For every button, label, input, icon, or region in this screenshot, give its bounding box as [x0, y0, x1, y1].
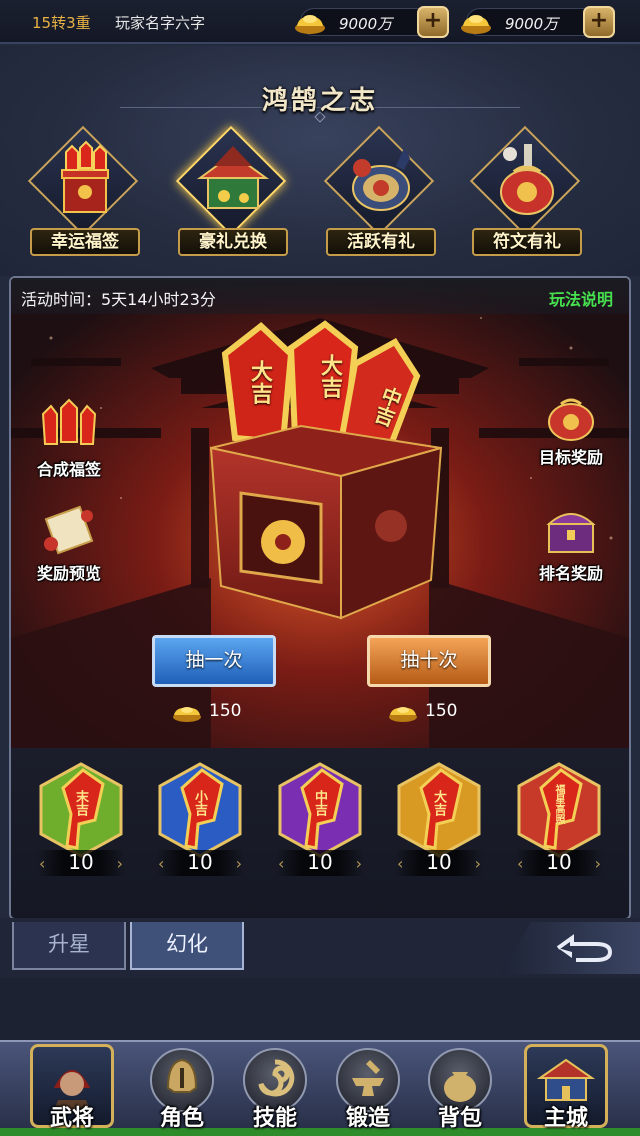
- nav-label: 主城: [543, 1106, 588, 1131]
- lot-count: 10: [546, 850, 572, 874]
- lot-text: 末吉: [73, 790, 88, 816]
- lot-item-fuxing[interactable]: 福星高照 ‹ › 10: [511, 762, 607, 882]
- lot-count: 10: [68, 850, 94, 874]
- lot-text: 福星高照: [553, 784, 564, 824]
- lot-item-zhongji[interactable]: 中吉 ‹ › 10: [272, 762, 368, 882]
- lucky-draw-panel: 活动时间：5天14小时23分 玩法说明 合成福签 目标奖励 奖励预览 排名奖励 …: [9, 276, 631, 920]
- rank-reward-label: 排名奖励: [538, 564, 603, 583]
- rank-text: 15转3重: [32, 14, 91, 32]
- drum-toy-icon: [352, 148, 410, 211]
- feature-label: 活跃有礼: [326, 228, 436, 256]
- lot-count: 10: [307, 850, 333, 874]
- draw-ten-cost-value: 150: [425, 701, 458, 721]
- treasure-chest-icon: [546, 513, 596, 553]
- feature-rune-gift[interactable]: 符文有礼: [462, 125, 592, 258]
- lot-count: 10: [426, 850, 452, 874]
- draw-once-button[interactable]: 抽一次: [152, 635, 276, 687]
- gift-pagoda-icon: [196, 146, 270, 209]
- nav-forge[interactable]: 锻造: [318, 1040, 418, 1136]
- draw-ten-cost: 150: [387, 698, 477, 726]
- box-lot-1-text: 大吉: [247, 360, 272, 404]
- nav-label: 角色: [159, 1106, 204, 1131]
- lot-item-xiaoji[interactable]: 小吉 ‹ › 10: [152, 762, 248, 882]
- target-reward-button[interactable]: 目标奖励: [523, 382, 619, 474]
- lots-fan-icon: [41, 398, 97, 445]
- reward-preview-button[interactable]: 奖励预览: [21, 498, 117, 590]
- nav-bag[interactable]: 背包: [410, 1040, 510, 1136]
- lucky-lots-box-icon: [61, 140, 109, 213]
- gold-ingot-icon: [295, 15, 325, 34]
- combine-lots-button[interactable]: 合成福签: [21, 394, 117, 486]
- spacer: [0, 978, 640, 1040]
- feature-active-gift[interactable]: 活跃有礼: [316, 125, 446, 258]
- lot-item-moji[interactable]: 末吉 ‹ › 10: [33, 762, 129, 882]
- rules-link[interactable]: 玩法说明: [549, 286, 613, 310]
- currency-pill-2: 9000万 +: [461, 6, 615, 38]
- nav-skills[interactable]: 技能: [225, 1040, 325, 1136]
- gold-ingot-icon: [173, 707, 201, 722]
- box-lot-2-text: 大吉: [317, 354, 342, 398]
- activity-time: 活动时间：5天14小时23分: [21, 290, 216, 309]
- combine-lots-label: 合成福签: [36, 460, 101, 479]
- nav-main-city[interactable]: 主城: [516, 1040, 616, 1136]
- nav-label: 背包: [437, 1106, 482, 1131]
- nav-label: 武将: [49, 1106, 94, 1131]
- top-bar: 15转3重 玩家名字六字 9000万 + 9000万 +: [0, 0, 640, 44]
- add-currency-button-2[interactable]: +: [583, 6, 615, 38]
- lot-item-daji[interactable]: 大吉 ‹ › 10: [391, 762, 487, 882]
- draw-ten-button[interactable]: 抽十次: [367, 635, 491, 687]
- lot-count: 10: [187, 850, 213, 874]
- nav-character[interactable]: 角色: [132, 1040, 232, 1136]
- add-currency-button-1[interactable]: +: [417, 6, 449, 38]
- nav-label: 技能: [252, 1106, 297, 1131]
- back-arrow-icon: [556, 934, 613, 962]
- lot-text: 大吉: [431, 790, 446, 816]
- currency-value-1: 9000万: [339, 15, 393, 33]
- scroll-icon: [44, 505, 94, 555]
- reward-bag-icon: [548, 398, 594, 441]
- tab-illusion[interactable]: 幻化: [130, 922, 244, 970]
- lot-text: 中吉: [312, 790, 327, 816]
- player-name: 玩家名字六字: [115, 14, 206, 32]
- feature-label: 豪礼兑换: [178, 228, 288, 256]
- target-reward-label: 目标奖励: [538, 448, 603, 467]
- page-title: 鸿鹄之志: [261, 86, 378, 116]
- lot-text: 小吉: [192, 790, 207, 816]
- gold-ingot-icon: [389, 707, 417, 722]
- nav-general[interactable]: 武将: [22, 1040, 122, 1136]
- nav-label: 锻造: [345, 1106, 390, 1131]
- currency-pill-1: 9000万 +: [295, 6, 449, 38]
- rank-reward-button[interactable]: 排名奖励: [523, 498, 619, 590]
- feature-lucky-lots[interactable]: 幸运福签: [20, 125, 150, 258]
- draw-once-cost: 150: [171, 698, 261, 726]
- gold-ingot-icon: [461, 15, 491, 34]
- treasure-bag-icon: [500, 144, 554, 215]
- currency-value-2: 9000万: [505, 15, 559, 33]
- tab-star-up[interactable]: 升星: [12, 922, 126, 970]
- feature-label: 符文有礼: [472, 228, 582, 256]
- feature-label: 幸运福签: [30, 228, 140, 256]
- feature-gift-exchange[interactable]: 豪礼兑换: [168, 125, 298, 258]
- reward-preview-label: 奖励预览: [36, 564, 101, 583]
- draw-once-cost-value: 150: [209, 701, 242, 721]
